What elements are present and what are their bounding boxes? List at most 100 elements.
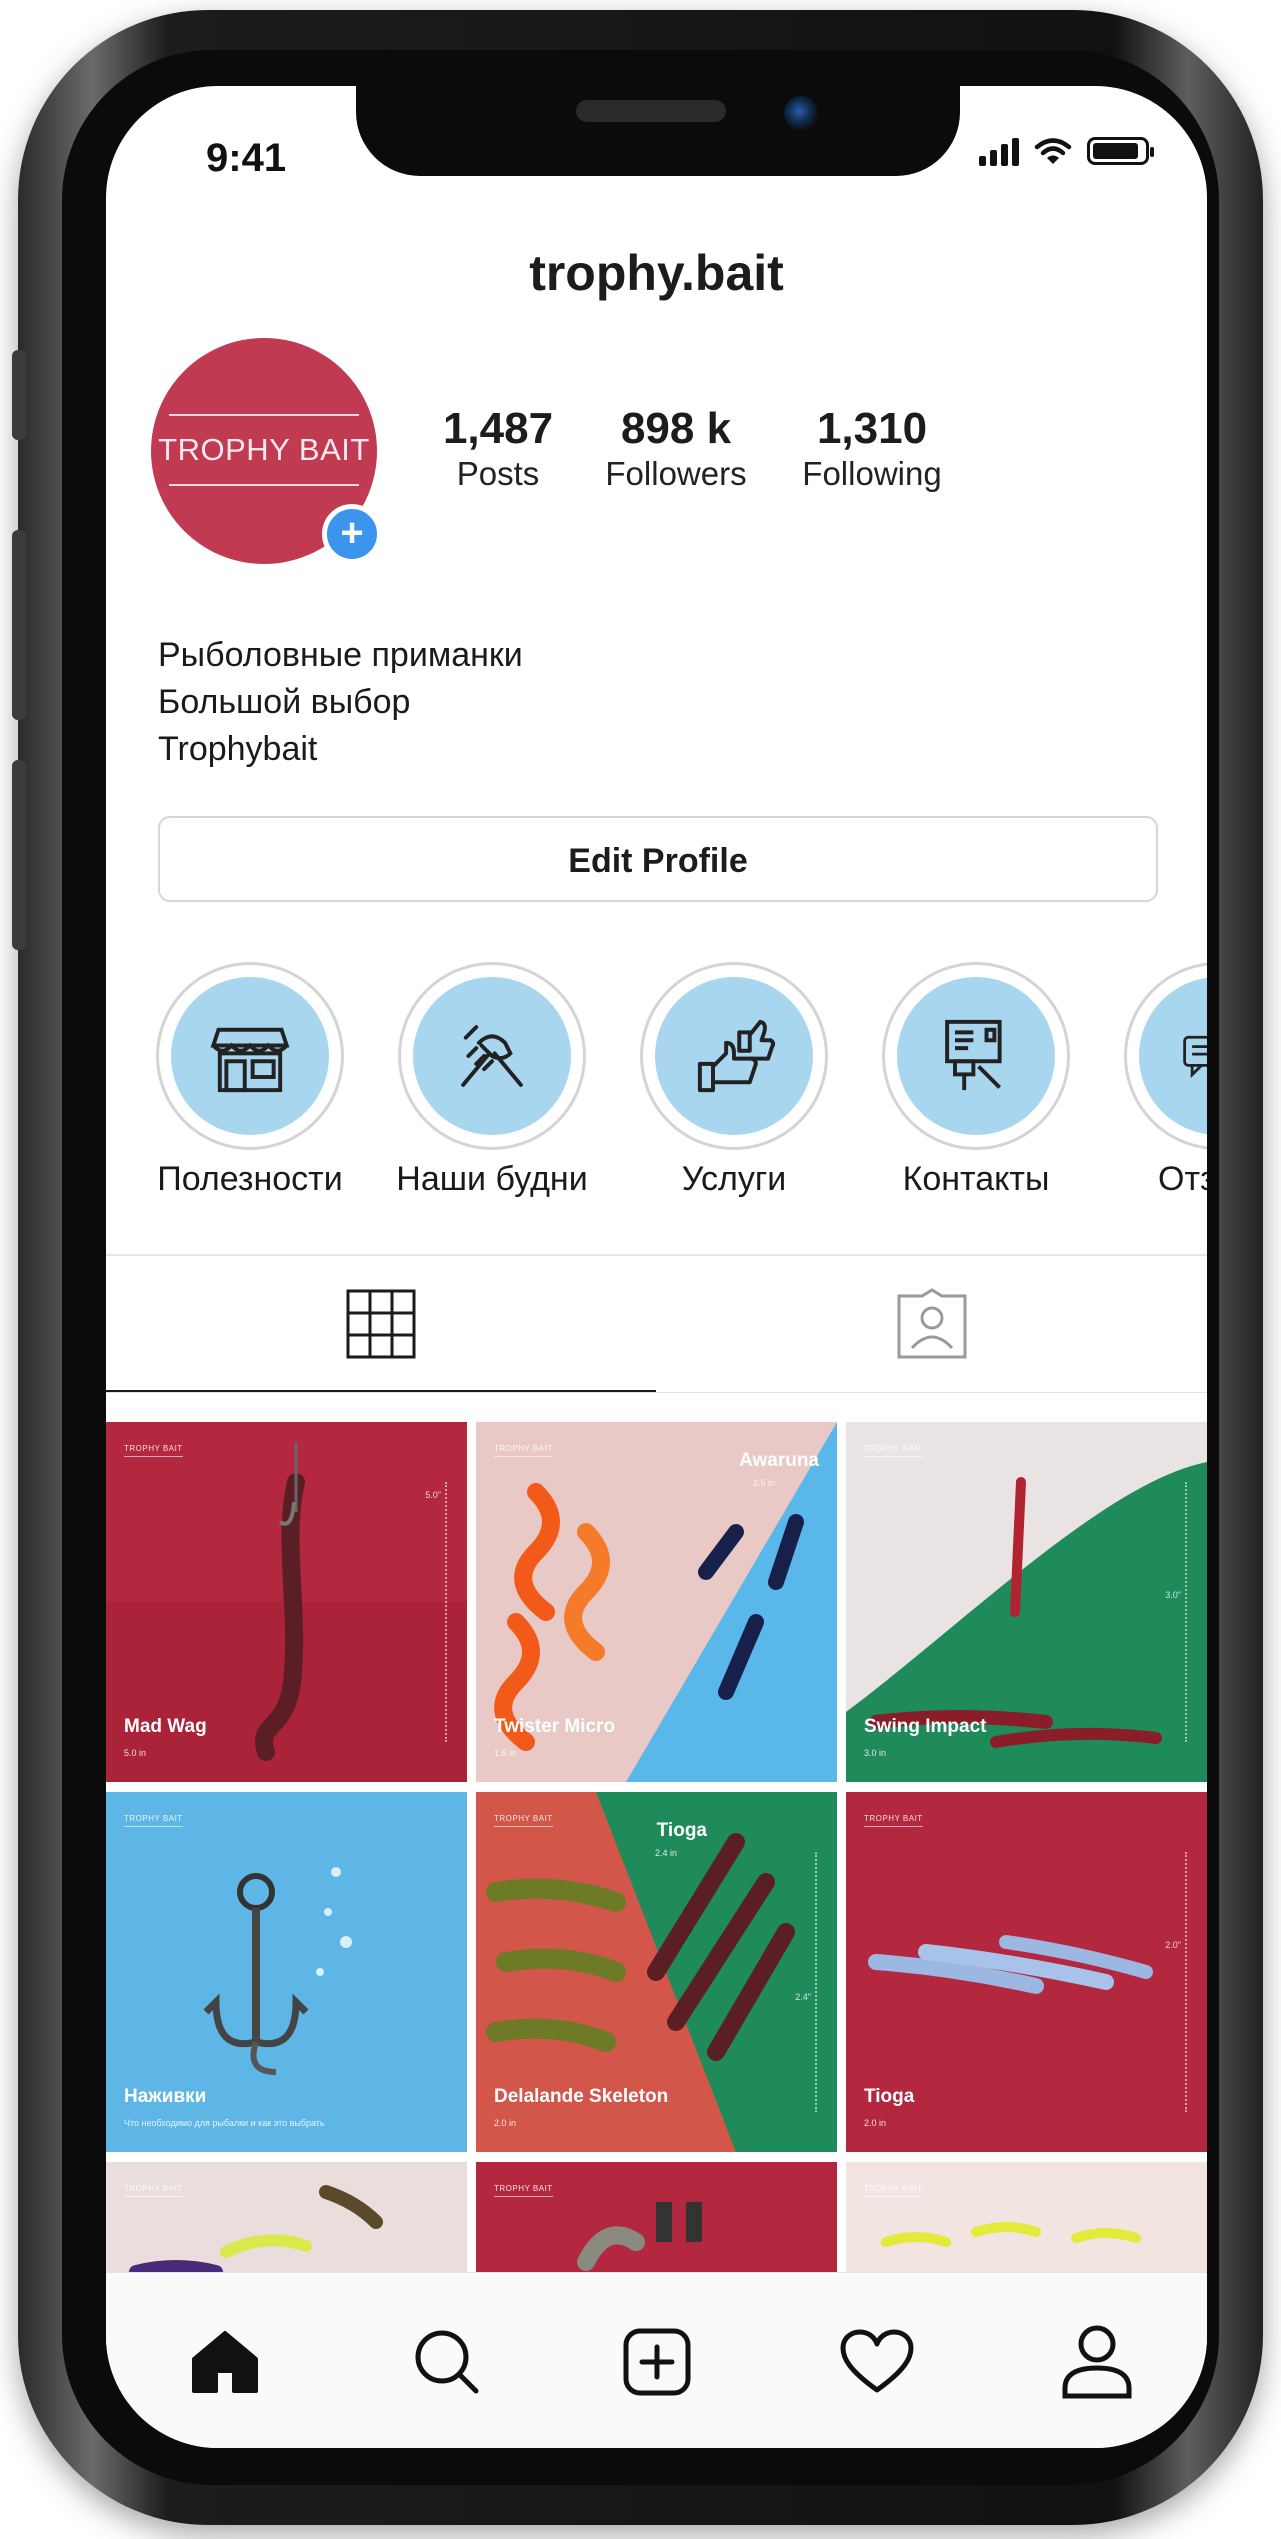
post-brand: TROPHY BAIT [124, 1814, 183, 1827]
post-ruler-label: 2.4" [795, 1992, 811, 2002]
stat-following-value: 1,310 [816, 404, 928, 453]
post-brand: TROPHY BAIT [494, 1814, 553, 1827]
post-tile[interactable]: TROPHY BAIT 5.0" Mad Wag 5.0 in [106, 1422, 467, 1782]
stat-followers-value: 898 k [620, 404, 732, 453]
highlight-kontakty[interactable]: Контакты [882, 962, 1070, 1198]
nav-activity[interactable] [832, 2317, 922, 2407]
post-tile[interactable]: TROPHY BAIT Awaruna 2.5 in Twister Micro… [476, 1422, 837, 1782]
stat-followers[interactable]: 898 k Followers [596, 404, 756, 494]
post-corner-subtitle: 2.5 in [752, 1478, 775, 1488]
highlight-label: Услуги [681, 1160, 787, 1198]
new-post-icon [623, 2328, 691, 2396]
profile-bio: Рыболовные приманки Большой выбор Trophy… [158, 632, 523, 773]
status-icons [979, 136, 1154, 166]
speaker-grille [576, 100, 726, 122]
post-brand: TROPHY BAIT [864, 2184, 923, 2197]
highlight-nashi-budni[interactable]: Наши будни [396, 962, 588, 1198]
highlight-uslugi[interactable]: Услуги [640, 962, 828, 1198]
post-title: Наживки [124, 2086, 207, 2107]
tab-grid-posts[interactable] [106, 1256, 656, 1392]
post-tile[interactable]: TROPHY BAIT 3.0" Swing Impact 3.0 in [846, 1422, 1207, 1782]
stat-posts[interactable]: 1,487 Posts [418, 404, 578, 494]
post-title: Tioga [864, 2086, 915, 2107]
highlight-poleznosti[interactable]: Полезности [156, 962, 344, 1198]
activity-heart-icon [840, 2329, 914, 2393]
post-tile[interactable]: TROPHY BAIT Наживки Что необходимо для р… [106, 1792, 467, 2152]
post-ruler [815, 1852, 817, 2112]
post-ruler [445, 1482, 447, 1742]
post-ruler [1185, 1852, 1187, 2112]
handshake-icon [461, 1025, 523, 1087]
stat-followers-label: Followers [605, 455, 747, 492]
post-subtitle: 1.6 in [494, 1748, 517, 1758]
volume-down-button [12, 760, 26, 950]
post-corner-subtitle: 2.4 in [654, 1848, 677, 1858]
tabs-divider [106, 1392, 1207, 1393]
stat-following[interactable]: 1,310 Following [792, 404, 952, 494]
post-corner-title: Awaruna [739, 1450, 819, 1471]
nav-profile[interactable] [1052, 2317, 1142, 2407]
stat-following-label: Following [802, 455, 942, 492]
post-title: Twister Micro [494, 1716, 616, 1737]
post-ruler-label: 2.0" [1165, 1940, 1181, 1950]
nav-home[interactable] [180, 2317, 270, 2407]
post-brand: TROPHY BAIT [124, 2184, 183, 2197]
highlight-cover [171, 977, 329, 1135]
post-tile[interactable]: TROPHY BAIT Tioga 2.4 in 2.4" Delalande … [476, 1792, 837, 2152]
post-subtitle: 5.0 in [124, 1748, 147, 1758]
home-icon [192, 2331, 258, 2393]
contact-card-icon [945, 1019, 1002, 1091]
grid-icon [346, 1289, 416, 1359]
bottom-navigation [106, 2272, 1207, 2448]
chat-icon [1183, 1035, 1207, 1079]
post-brand: TROPHY BAIT [494, 2184, 553, 2197]
nav-search[interactable] [402, 2317, 492, 2407]
storefront-icon [210, 1027, 290, 1093]
tagged-person-icon [897, 1288, 966, 1359]
highlight-ring [1124, 962, 1207, 1150]
notch [356, 86, 960, 176]
highlight-otzyvy[interactable]: Отзы [1124, 962, 1207, 1198]
highlight-cover [897, 977, 1055, 1135]
stat-posts-label: Posts [456, 455, 540, 492]
highlight-ring [398, 962, 586, 1150]
highlight-cover [1139, 977, 1207, 1135]
highlight-cover [413, 977, 571, 1135]
edit-profile-button[interactable]: Edit Profile [158, 816, 1158, 902]
post-brand: TROPHY BAIT [494, 1444, 553, 1457]
post-title: Swing Impact [864, 1716, 987, 1737]
post-subtitle: 2.0 in [864, 2118, 887, 2128]
profile-username: trophy.bait [529, 245, 784, 301]
avatar-rule-bottom [169, 484, 359, 486]
highlight-ring [882, 962, 1070, 1150]
profile-icon [1062, 2325, 1132, 2399]
post-title: Mad Wag [124, 1716, 207, 1737]
avatar-logo-text: TROPHY BAIT [158, 432, 370, 467]
highlight-label: Наши будни [396, 1160, 588, 1198]
bio-line: Trophybait [158, 730, 318, 768]
search-icon [415, 2330, 479, 2394]
avatar-rule-top [169, 414, 359, 416]
highlight-ring [156, 962, 344, 1150]
post-title: Delalande Skeleton [494, 2086, 669, 2107]
highlight-cover [655, 977, 813, 1135]
mute-switch [12, 350, 26, 440]
battery-icon [1087, 137, 1154, 165]
highlight-label: Полезности [157, 1160, 343, 1198]
volume-up-button [12, 530, 26, 720]
highlight-label: Контакты [902, 1160, 1050, 1198]
post-subtitle: Что необходимо для рыбалки и как это выб… [124, 2118, 325, 2128]
post-ruler-label: 3.0" [1165, 1590, 1181, 1600]
highlight-ring [640, 962, 828, 1150]
bio-line: Большой выбор [158, 683, 411, 721]
post-brand: TROPHY BAIT [864, 1444, 923, 1457]
post-corner-title: Tioga [656, 1820, 707, 1841]
post-tile[interactable]: TROPHY BAIT 2.0" Tioga 2.0 in [846, 1792, 1207, 2152]
post-subtitle: 3.0 in [864, 1748, 887, 1758]
tab-tagged-posts[interactable] [656, 1256, 1207, 1392]
nav-new-post[interactable] [612, 2317, 702, 2407]
post-ruler [1185, 1482, 1187, 1742]
add-story-plus-icon[interactable]: + [322, 504, 382, 564]
bio-line: Рыболовные приманки [158, 636, 523, 674]
post-ruler-label: 5.0" [425, 1490, 441, 1500]
